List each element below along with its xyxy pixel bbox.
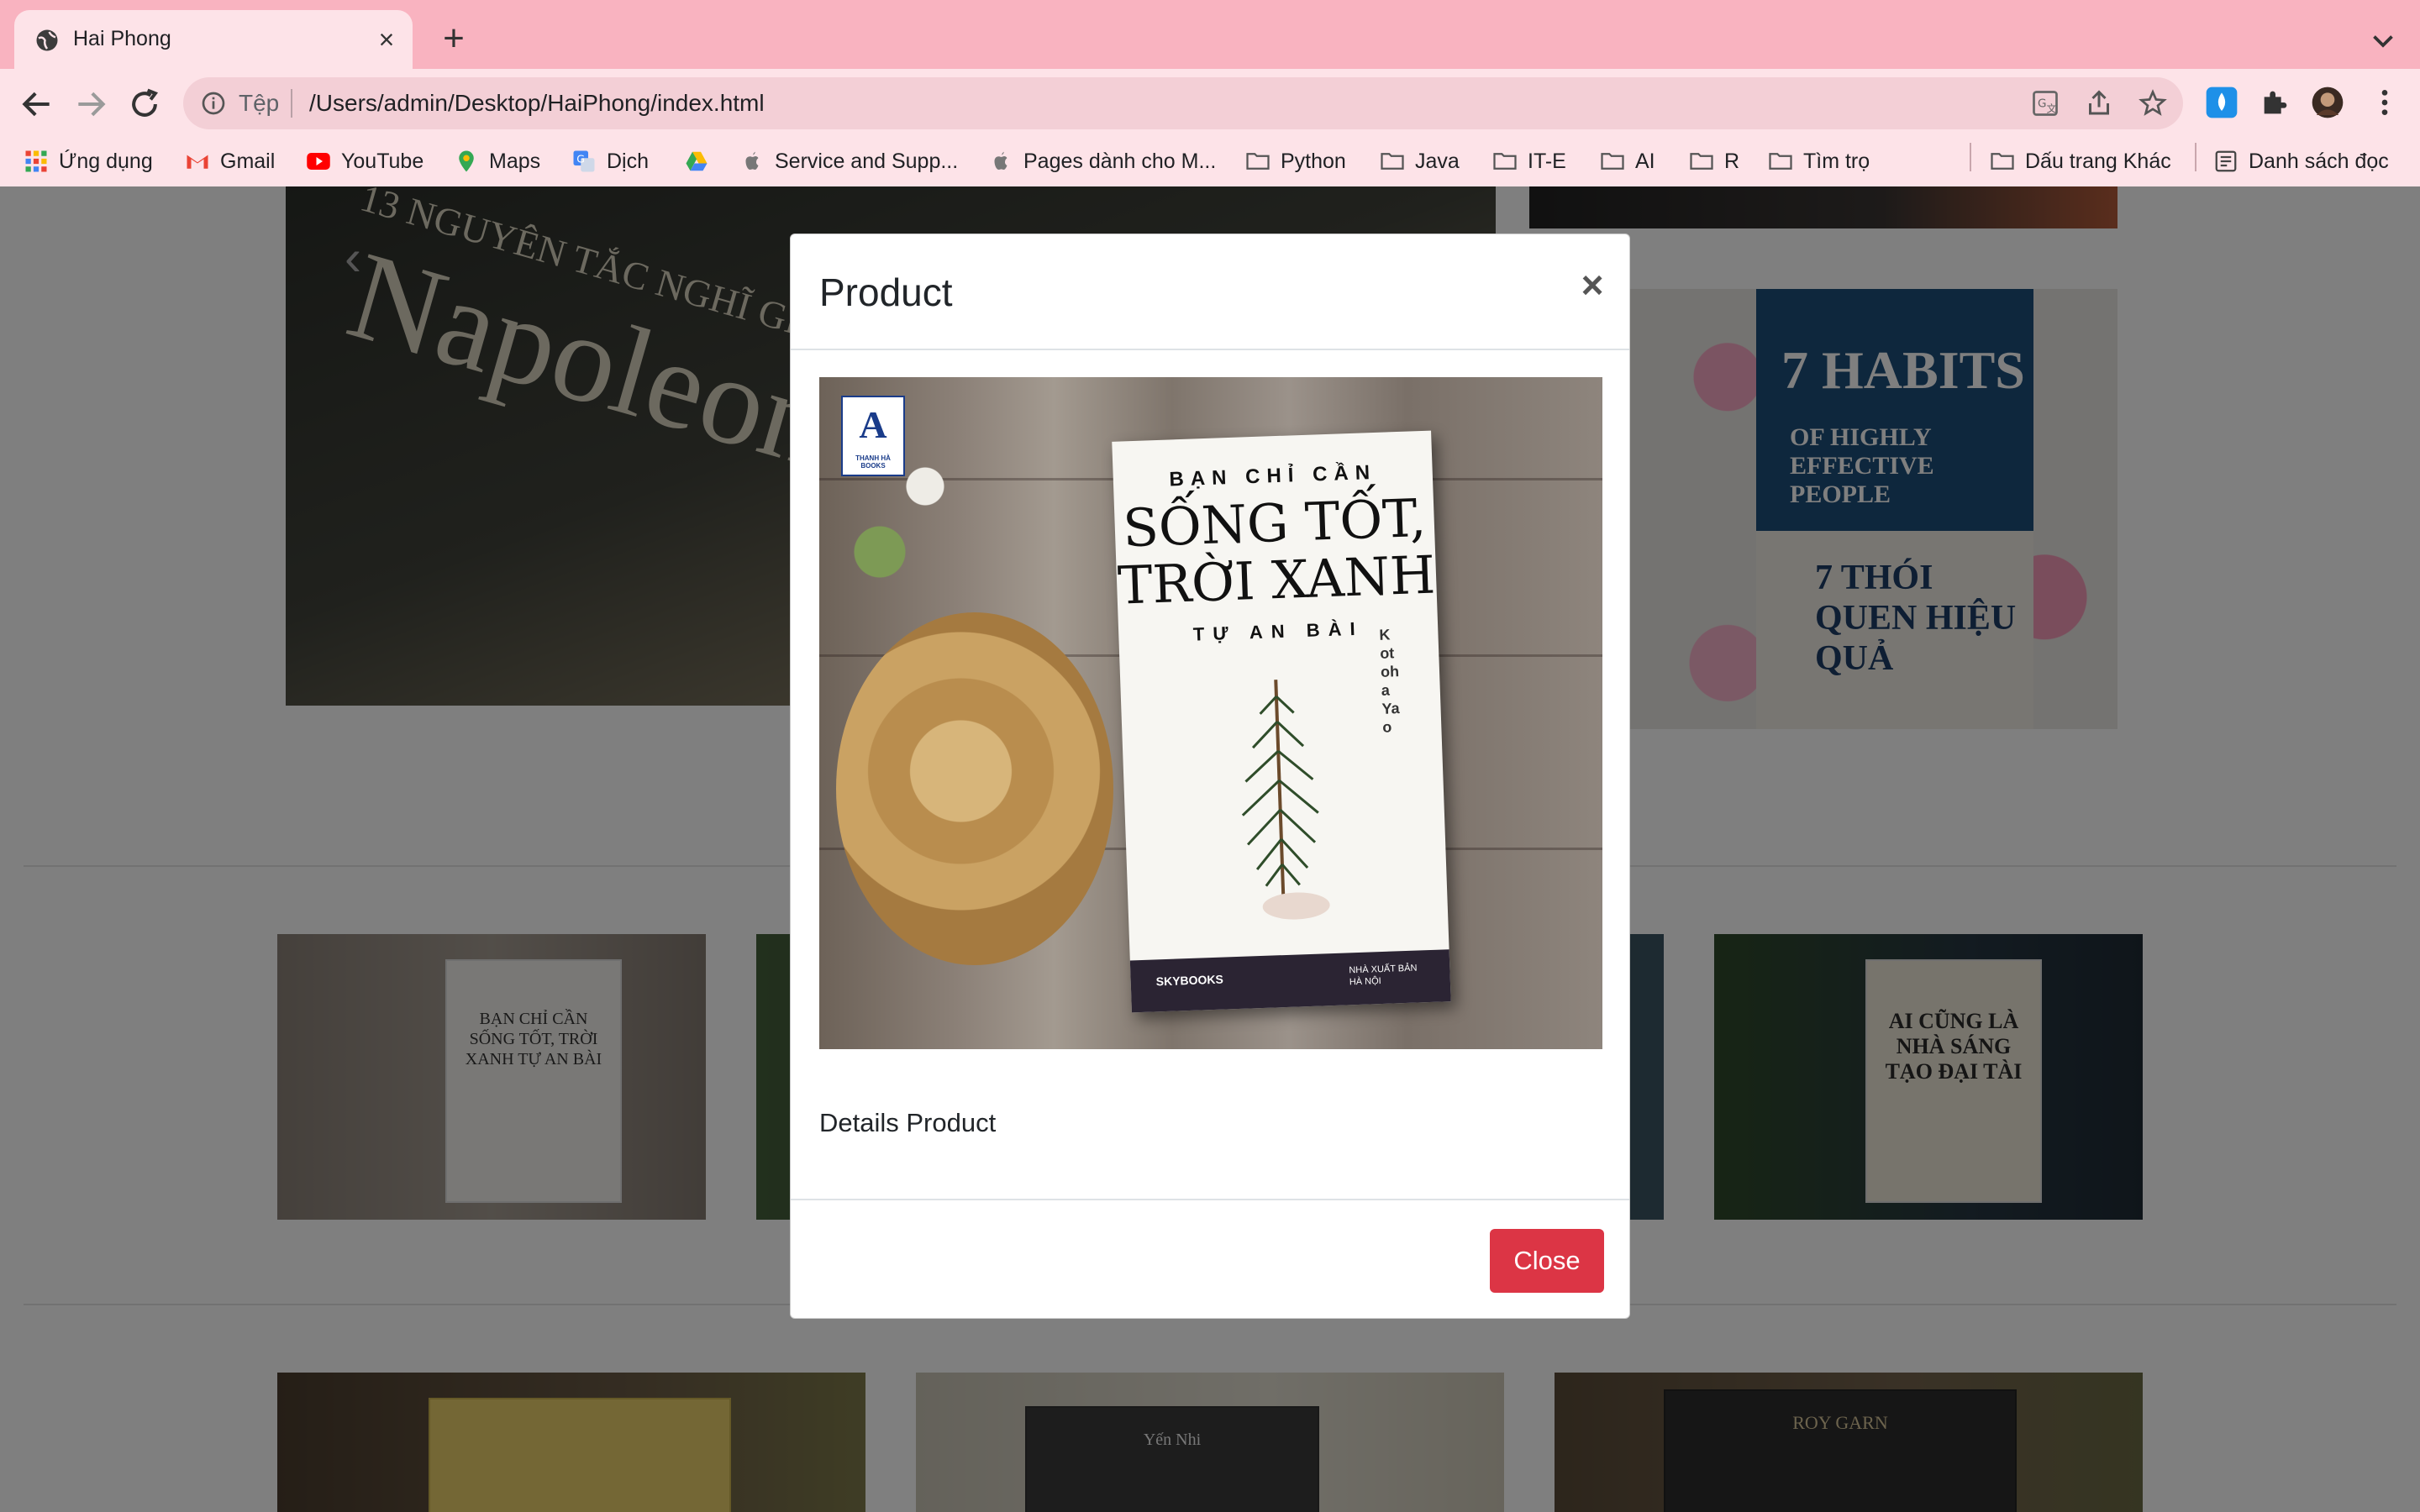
- tab-strip: Hai Phong × +: [0, 0, 2420, 69]
- cover-footer: SKYBOOKS NHÀ XUẤT BẢN HÀ NỘI: [1129, 949, 1451, 1013]
- folder-icon: [1381, 153, 1404, 170]
- tab-close-icon[interactable]: ×: [372, 25, 401, 54]
- bookmark-reading-list[interactable]: Danh sách đọc: [2213, 144, 2389, 178]
- svg-text:G: G: [576, 152, 585, 165]
- cover-brand: SKYBOOKS: [1155, 972, 1224, 989]
- bookmark-label: IT-E: [1528, 149, 1566, 173]
- folder-icon: [1601, 153, 1624, 170]
- bookmark-folder-ite[interactable]: IT-E: [1492, 144, 1566, 178]
- tab-title: Hai Phong: [73, 27, 171, 50]
- pine-branch-illustration: [1241, 680, 1330, 920]
- browser-tab[interactable]: Hai Phong ×: [14, 10, 413, 69]
- browser-toolbar: Tệp /Users/admin/Desktop/HaiPhong/index.…: [0, 69, 2420, 200]
- bookmark-maps[interactable]: Maps: [454, 144, 540, 178]
- globe-icon: [36, 29, 58, 51]
- bookmarks-bar: Ứng dụng Gmail YouTube Maps G Dịch Servi…: [0, 139, 2420, 186]
- bookmark-apps[interactable]: Ứng dụng: [24, 144, 153, 178]
- address-bar[interactable]: Tệp /Users/admin/Desktop/HaiPhong/index.…: [183, 77, 2183, 129]
- straw-hat-decoration: [836, 612, 1113, 965]
- bookmark-youtube[interactable]: YouTube: [306, 144, 424, 178]
- bookmark-gmail[interactable]: Gmail: [185, 144, 275, 178]
- bookmark-folder-python[interactable]: Python: [1245, 144, 1346, 178]
- reload-icon[interactable]: [126, 86, 163, 123]
- extensions-puzzle-icon[interactable]: [2259, 86, 2292, 119]
- youtube-icon: [307, 153, 330, 170]
- modal-title: Product: [819, 270, 953, 314]
- bookmark-label: Maps: [489, 149, 541, 173]
- more-menu-icon[interactable]: [2368, 86, 2402, 119]
- publisher-logo: A THANH HÀ BOOKS: [841, 396, 905, 476]
- apple-icon: [994, 151, 1007, 170]
- folder-icon: [1493, 153, 1517, 170]
- bookmark-label: Dấu trang Khác: [2025, 149, 2171, 173]
- bookmarks-divider: [1970, 143, 1971, 171]
- bookmark-drive[interactable]: [684, 144, 709, 178]
- folder-icon: [1246, 153, 1270, 170]
- close-button[interactable]: Close: [1490, 1229, 1604, 1293]
- bookmark-label: AI: [1635, 149, 1655, 173]
- profile-avatar-icon[interactable]: [2311, 86, 2344, 119]
- share-icon[interactable]: [2084, 88, 2114, 118]
- bookmarks-divider: [2195, 143, 2196, 171]
- back-icon[interactable]: [18, 86, 55, 123]
- bookmark-label: R: [1724, 149, 1740, 173]
- svg-text:G: G: [2038, 97, 2046, 111]
- drive-icon: [686, 151, 708, 171]
- modal-close-icon[interactable]: ×: [1574, 265, 1611, 304]
- bookmark-star-icon[interactable]: [2138, 88, 2168, 118]
- bookmark-label: Tìm trọ: [1803, 149, 1870, 173]
- bookmark-folder-tim-tro[interactable]: Tìm trọ: [1768, 144, 1870, 178]
- bookmark-folder-ai[interactable]: AI: [1600, 144, 1655, 178]
- apps-grid-icon: [25, 150, 47, 172]
- translate-page-icon[interactable]: G 文: [2030, 88, 2060, 118]
- bookmark-label: Pages dành cho M...: [1023, 149, 1217, 173]
- bookmark-translate[interactable]: G Dịch: [571, 144, 649, 178]
- gmail-icon: [187, 155, 208, 169]
- address-url[interactable]: /Users/admin/Desktop/HaiPhong/index.html: [309, 90, 765, 117]
- bookmark-pages[interactable]: Pages dành cho M...: [988, 144, 1216, 178]
- cover-line-2: SỐNG TỐT, TRỜI XANH: [1116, 486, 1437, 617]
- translate-icon: G: [573, 150, 595, 172]
- modal-footer: Close: [791, 1199, 1629, 1318]
- publisher-logo-text: THANH HÀ BOOKS: [855, 454, 891, 470]
- bookmark-folder-java[interactable]: Java: [1380, 144, 1460, 178]
- bookmark-label: Java: [1415, 149, 1460, 173]
- bookmark-service-support[interactable]: Service and Supp...: [739, 144, 958, 178]
- modal-header: Product ×: [791, 234, 1629, 350]
- cover-publisher: NHÀ XUẤT BẢN HÀ NỘI: [1349, 963, 1418, 988]
- new-tab-icon[interactable]: +: [437, 20, 471, 57]
- folder-icon: [1769, 153, 1792, 170]
- maps-icon: [459, 150, 474, 172]
- info-icon[interactable]: [200, 90, 227, 117]
- forward-icon[interactable]: [72, 86, 109, 123]
- reading-list-icon: [2215, 150, 2237, 172]
- extension-drop-icon[interactable]: [2205, 86, 2238, 119]
- cover-author: Kotoha Yao: [1379, 626, 1400, 736]
- bookmark-label: Gmail: [220, 149, 276, 173]
- address-divider: [291, 89, 292, 118]
- chevron-down-icon[interactable]: [2368, 25, 2398, 55]
- address-scheme: Tệp: [239, 90, 280, 116]
- folder-icon: [1690, 153, 1713, 170]
- bookmark-label: Service and Supp...: [775, 149, 959, 173]
- bookmark-label: Danh sách đọc: [2249, 149, 2389, 173]
- svg-text:文: 文: [2047, 102, 2057, 115]
- book-cover: BẠN CHỈ CẦN SỐNG TỐT, TRỜI XANH TỰ AN BÀ…: [1112, 430, 1451, 1013]
- bookmark-label: Python: [1281, 149, 1346, 173]
- bookmark-label: YouTube: [341, 149, 424, 173]
- apple-icon: [745, 151, 759, 170]
- bookmark-label: Dịch: [607, 149, 650, 173]
- product-modal: Product × A THANH HÀ BOOKS BẠN CHỈ CẦN S…: [790, 234, 1630, 1319]
- bookmark-folder-r[interactable]: R: [1689, 144, 1739, 178]
- modal-body-text: Details Product: [819, 1108, 997, 1137]
- folder-icon: [1991, 153, 2014, 170]
- bookmark-other-bookmarks[interactable]: Dấu trang Khác: [1990, 144, 2171, 178]
- product-image: A THANH HÀ BOOKS BẠN CHỈ CẦN SỐNG TỐT, T…: [819, 377, 1602, 1049]
- bookmark-label: Ứng dụng: [59, 149, 153, 173]
